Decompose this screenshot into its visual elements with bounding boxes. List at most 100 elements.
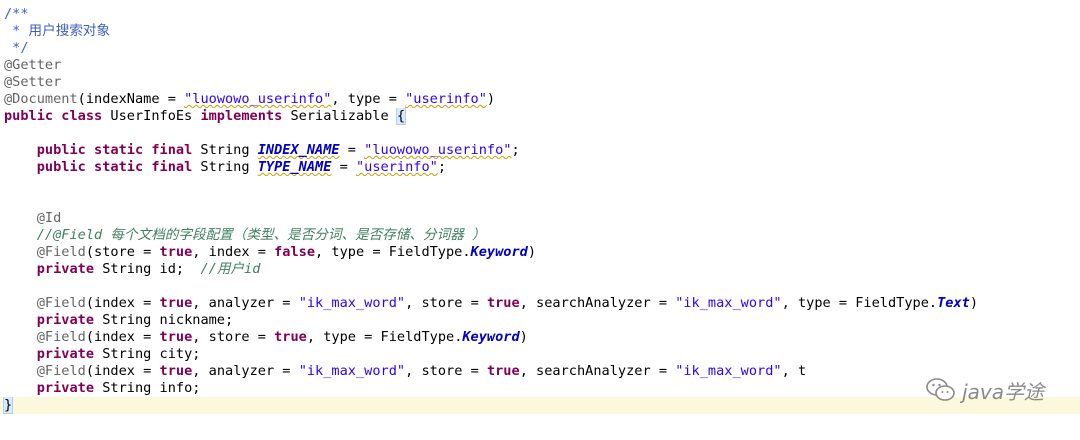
enum-constant: Text: [937, 295, 970, 311]
code-line: public static final String INDEX_NAME = …: [0, 142, 1080, 159]
code-token: String: [192, 142, 258, 158]
code-line: ⊖ @Id: [0, 210, 1080, 227]
annotation-id: @Id: [36, 210, 62, 226]
code-line: @Field(index = true, analyzer = "ik_max_…: [0, 295, 1080, 312]
class-name: UserInfoEs: [102, 108, 201, 124]
code-line: @Field(index = true, store = true, type …: [0, 329, 1080, 346]
keyword: false: [274, 244, 316, 260]
code-line: private String city;: [0, 346, 1080, 363]
code-token: , type =: [331, 91, 406, 107]
current-code-line: }: [0, 397, 1080, 414]
code-line: private String id; //用户id: [0, 261, 1080, 278]
annotation-document: @Document: [4, 91, 78, 107]
keyword: public static final: [36, 142, 193, 158]
code-line: * 用户搜索对象: [0, 23, 1080, 40]
code-token: , store =: [192, 329, 275, 345]
keyword: true: [159, 363, 193, 379]
annotation-getter: @Getter: [4, 57, 62, 73]
code-token: (index =: [85, 363, 160, 379]
code-editor[interactable]: ⊖ /** * 用户搜索对象 */ @Getter @Setter @Docum…: [0, 0, 1080, 440]
keyword: true: [159, 244, 193, 260]
close-brace: }: [2, 397, 14, 414]
code-token: ;: [511, 142, 520, 158]
string-literal: "luowowo_userinfo": [364, 142, 512, 158]
code-line: @Setter: [0, 74, 1080, 91]
javadoc-open: /**: [4, 6, 29, 22]
keyword: public static final: [36, 159, 193, 175]
code-token: =: [331, 159, 356, 175]
code-line: @Field(index = true, analyzer = "ik_max_…: [0, 363, 1080, 380]
line-comment: //@Field 每个文档的字段配置（类型、是否分词、是否存储、分词器 ）: [36, 227, 486, 243]
code-token: ): [519, 329, 528, 345]
code-line: ⊖ /**: [0, 6, 1080, 23]
code-token: , store =: [405, 363, 487, 379]
code-line: //@Field 每个文档的字段配置（类型、是否分词、是否存储、分词器 ）: [0, 227, 1080, 244]
string-literal: "luowowo_userinfo": [184, 91, 332, 107]
code-token: , analyzer =: [192, 363, 299, 379]
line-comment: //用户id: [200, 261, 261, 277]
annotation-field: @Field: [36, 295, 86, 311]
code-token: , store =: [405, 295, 487, 311]
code-token: , t: [781, 363, 807, 379]
string-literal: "ik_max_word": [675, 295, 782, 311]
keyword: true: [159, 329, 193, 345]
code-token: String info;: [94, 380, 201, 396]
enum-constant: Keyword: [470, 244, 528, 260]
string-literal: "userinfo": [405, 91, 487, 107]
keyword: private: [36, 312, 95, 328]
code-token: ): [969, 295, 979, 311]
keyword: true: [486, 295, 520, 311]
string-literal: "ik_max_word": [675, 363, 782, 379]
watermark-text: java学途: [962, 379, 1044, 404]
code-token: , analyzer =: [192, 295, 299, 311]
code-token: (indexName =: [77, 91, 185, 107]
code-line: */: [0, 40, 1080, 57]
code-token: String id;: [94, 261, 201, 277]
code-line: private String nickname;: [0, 312, 1080, 329]
string-literal: "ik_max_word": [298, 363, 406, 379]
code-token: , searchAnalyzer =: [519, 295, 676, 311]
keyword: private: [36, 346, 95, 362]
enum-constant: Keyword: [462, 329, 520, 345]
code-token: =: [339, 142, 365, 158]
code-token: , type = FieldType.: [315, 244, 471, 260]
keyword: true: [486, 363, 520, 379]
wechat-icon: [926, 378, 955, 401]
keyword: true: [159, 295, 193, 311]
annotation-field: @Field: [36, 363, 86, 379]
javadoc-close: */: [4, 40, 29, 56]
code-token: Serializable: [282, 108, 397, 124]
watermark: java学途: [926, 372, 1044, 408]
code-token: ;: [437, 159, 446, 175]
keyword: private: [36, 261, 95, 277]
code-token: String city;: [94, 346, 201, 362]
code-token: String nickname;: [94, 312, 234, 328]
code-line: @Field(store = true, index = false, type…: [0, 244, 1080, 261]
code-token: ): [527, 244, 537, 260]
code-line: @Document(indexName = "luowowo_userinfo"…: [0, 91, 1080, 108]
code-token: , index =: [192, 244, 275, 260]
code-token: (index =: [85, 295, 160, 311]
code-token: String: [192, 159, 258, 175]
code-token: , searchAnalyzer =: [519, 363, 676, 379]
code-line: @Getter: [0, 57, 1080, 74]
code-token: (index =: [85, 329, 160, 345]
string-literal: "userinfo": [355, 159, 438, 175]
code-token: ): [486, 91, 496, 107]
constant-name: TYPE_NAME: [257, 159, 332, 175]
javadoc-text: * 用户搜索对象: [4, 23, 111, 39]
annotation-field: @Field: [36, 244, 86, 260]
code-line: public static final String TYPE_NAME = "…: [0, 159, 1080, 176]
keyword: implements: [200, 108, 283, 124]
code-line: public class UserInfoEs implements Seria…: [0, 108, 1080, 125]
annotation-field: @Field: [36, 329, 86, 345]
code-token: , type = FieldType.: [306, 329, 463, 345]
open-brace: {: [395, 108, 407, 125]
keyword: public class: [4, 108, 103, 124]
keyword: true: [274, 329, 307, 345]
annotation-setter: @Setter: [4, 74, 62, 90]
constant-name: INDEX_NAME: [257, 142, 340, 158]
code-token: , type = FieldType.: [781, 295, 938, 311]
code-token: (store =: [85, 244, 160, 260]
keyword: private: [36, 380, 95, 396]
